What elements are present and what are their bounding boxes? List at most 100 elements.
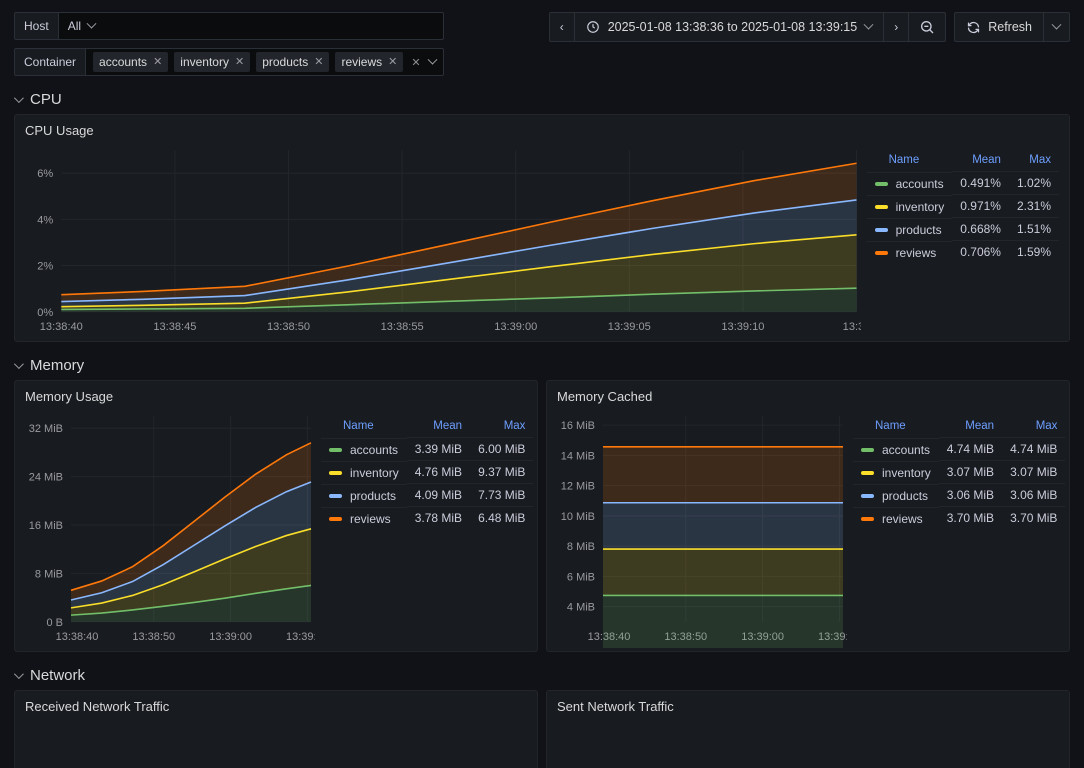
legend-series-name[interactable]: inventory [853,460,939,484]
chart-cpu-usage[interactable]: 0% 2% 4% 6% 13:38:40 13:38:45 13:38:50 13:38:55… [15,140,861,338]
svg-text:13:39: 13:39 [843,321,861,333]
legend-max-value: 3.07 MiB [1002,460,1066,484]
legend-series-name[interactable]: reviews [853,506,939,530]
legend-color-swatch [329,470,342,475]
legend-label: inventory [882,465,931,480]
legend-series-name[interactable]: reviews [866,240,953,264]
legend-header-max: Max [1029,154,1051,166]
legend-label: reviews [882,511,923,526]
legend-series-name[interactable]: reviews [321,506,407,530]
legend-series-name[interactable]: products [321,483,407,507]
time-shift-forward-button[interactable]: › [884,13,910,41]
legend-max-value: 4.74 MiB [1002,437,1066,461]
variable-pill-inventory[interactable]: inventory ✕ [174,52,251,72]
legend-series-name[interactable]: accounts [321,437,407,461]
legend-label: reviews [350,511,391,526]
legend-header-mean: Mean [972,154,1001,166]
legend-memory-cached: Name Mean Max accounts 4.74 MiB 4.74 MiB inven… [847,406,1069,648]
legend-max-value: 1.59% [1008,240,1059,264]
legend-mean-value: 3.07 MiB [938,460,1003,484]
chevron-down-icon[interactable] [427,54,438,65]
legend-series-name[interactable]: inventory [866,194,953,218]
legend-row[interactable]: accounts 4.74 MiB 4.74 MiB [853,437,1066,461]
remove-icon[interactable]: ✕ [388,56,397,68]
panel-title-memory-usage: Memory Usage [25,389,114,404]
svg-text:6 MiB: 6 MiB [567,571,595,583]
panel-received-network-traffic: Received Network Traffic [14,690,538,768]
time-shift-back-button[interactable]: ‹ [550,13,575,41]
legend-row[interactable]: reviews 3.70 MiB 3.70 MiB [853,506,1066,530]
variable-pill-reviews[interactable]: reviews ✕ [335,52,404,72]
panel-title-sent-network-traffic: Sent Network Traffic [557,699,674,714]
remove-icon[interactable]: ✕ [235,56,244,68]
legend-series-name[interactable]: accounts [866,171,953,195]
remove-icon[interactable]: ✕ [153,56,162,68]
legend-max-value: 7.73 MiB [470,483,534,507]
legend-row[interactable]: products 4.09 MiB 7.73 MiB [321,483,534,507]
variable-host-select[interactable]: All [59,13,115,39]
legend-series-name[interactable]: inventory [321,460,407,484]
refresh-interval-dropdown[interactable] [1044,13,1069,41]
svg-text:16 MiB: 16 MiB [561,420,595,432]
legend-header-mean: Mean [433,420,463,432]
legend-row[interactable]: inventory 4.76 MiB 9.37 MiB [321,460,534,484]
legend-series-name[interactable]: products [866,217,953,241]
svg-text:13:39:10: 13:39:10 [721,321,764,333]
legend-max-value: 1.51% [1008,217,1059,241]
panel-memory-cached: Memory Cached 4 MiB 6 MiB 8 MiB 10 MiB 12 Mi… [546,380,1070,652]
legend-color-swatch [861,447,874,452]
svg-text:14 MiB: 14 MiB [561,450,595,462]
remove-icon[interactable]: ✕ [314,56,323,68]
row-header-memory[interactable]: Memory [0,350,1084,380]
variable-host[interactable]: Host All [14,12,444,40]
legend-row[interactable]: inventory 3.07 MiB 3.07 MiB [853,460,1066,484]
chart-memory-cached[interactable]: 4 MiB6 MiB8 MiB10 MiB12 MiB14 MiB16 MiB1… [547,406,847,648]
svg-text:13:39:10: 13:39:10 [286,631,315,643]
time-controls: ‹ 2025-01-08 13:38:36 to 2025-01-08 13:3… [548,12,1070,42]
pill-label: reviews [341,55,383,69]
legend-row[interactable]: reviews 3.78 MiB 6.48 MiB [321,506,534,530]
row-header-network[interactable]: Network [0,660,1084,690]
variable-container-label: Container [15,49,87,75]
legend-mean-value: 3.06 MiB [938,483,1003,507]
variable-container-values[interactable]: accounts ✕ inventory ✕ products ✕ review… [86,49,443,75]
pill-label: products [262,55,309,69]
svg-text:13:38:40: 13:38:40 [40,321,83,333]
legend-max-value: 6.48 MiB [470,506,534,530]
refresh-controls: Refresh [954,12,1070,42]
svg-text:6%: 6% [37,168,53,180]
legend-series-name[interactable]: accounts [853,437,939,461]
svg-text:12 MiB: 12 MiB [561,481,595,493]
legend-max-value: 3.06 MiB [1002,483,1066,507]
time-range-text: 2025-01-08 13:38:36 to 2025-01-08 13:39:… [607,20,858,34]
variable-container[interactable]: Container accounts ✕ inventory ✕ product… [14,48,444,76]
pill-label: accounts [99,55,148,69]
legend-color-swatch [874,181,888,186]
chevron-down-icon [86,18,97,29]
legend-row[interactable]: inventory 0.971% 2.31% [866,194,1059,218]
variable-host-label: Host [15,13,59,39]
row-title-memory: Memory [30,356,85,374]
row-header-cpu[interactable]: CPU [0,84,1084,114]
variable-pill-accounts[interactable]: accounts ✕ [93,52,169,72]
chevron-down-icon [1051,19,1062,30]
svg-text:4 MiB: 4 MiB [567,602,595,614]
svg-text:13:38:50: 13:38:50 [267,321,310,333]
chart-memory-usage[interactable]: 0 B 8 MiB 16 MiB 24 MiB 32 MiB 13:38:40 13:38:… [15,406,315,648]
svg-text:13:38:55: 13:38:55 [381,321,424,333]
zoom-out-button[interactable] [909,13,945,41]
legend-label: products [350,488,397,503]
legend-row[interactable]: accounts 0.491% 1.02% [866,171,1059,195]
legend-row[interactable]: products 3.06 MiB 3.06 MiB [853,483,1066,507]
legend-mean-value: 4.09 MiB [406,483,471,507]
legend-row[interactable]: reviews 0.706% 1.59% [866,240,1059,264]
refresh-button[interactable]: Refresh [955,13,1044,41]
legend-series-name[interactable]: products [853,483,939,507]
legend-row[interactable]: accounts 3.39 MiB 6.00 MiB [321,437,534,461]
legend-color-swatch [861,516,874,521]
time-range-button[interactable]: 2025-01-08 13:38:36 to 2025-01-08 13:39:… [575,13,885,41]
legend-row[interactable]: products 0.668% 1.51% [866,217,1059,241]
svg-text:4%: 4% [37,214,53,226]
variable-pill-products[interactable]: products ✕ [256,52,330,72]
clear-all-icon[interactable]: ✕ [411,56,420,69]
